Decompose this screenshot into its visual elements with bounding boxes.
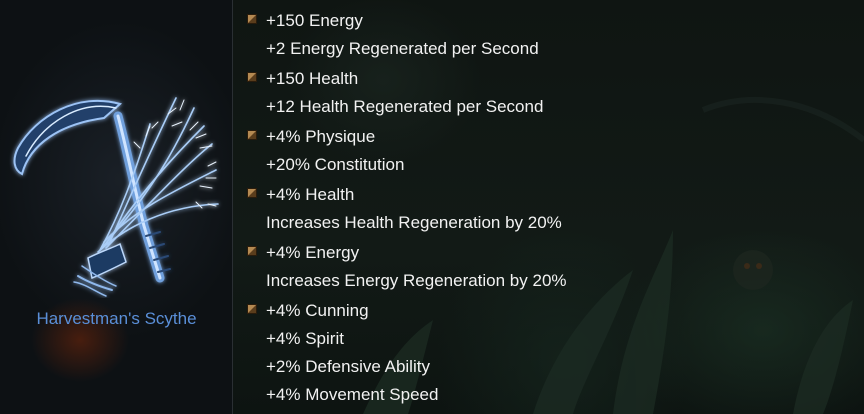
bonus-line: +4% Movement Speed <box>266 385 439 404</box>
bonus-line: Increases Health Regeneration by 20% <box>266 213 562 232</box>
bronze-bullet-icon <box>247 304 257 314</box>
bonus-line: +2 Energy Regenerated per Second <box>266 39 539 58</box>
bonus-line: +20% Constitution <box>266 155 405 174</box>
scythe-icon <box>13 97 219 297</box>
bonus-line: +4% Physique <box>266 127 376 146</box>
bonus-line: +4% Cunning <box>266 301 369 320</box>
bonus-line: +150 Energy <box>266 11 363 30</box>
bronze-bullet-icon <box>247 130 257 140</box>
bonus-line: +4% Spirit <box>266 329 344 348</box>
bronze-bullet-icon <box>247 14 257 24</box>
item-name: Harvestman's Scythe <box>36 309 197 328</box>
bonus-line: +4% Health <box>266 185 355 204</box>
item-tooltip-panel: Harvestman's Scythe +150 Energy +2 Energy… <box>0 0 864 414</box>
bonus-line: Increases Energy Regeneration by 20% <box>266 271 567 290</box>
bronze-bullet-icon <box>247 72 257 82</box>
item-preview-pane: Harvestman's Scythe <box>0 0 233 414</box>
bonus-stats-pane: +150 Energy +2 Energy Regenerated per Sec… <box>233 0 864 414</box>
bronze-bullet-icon <box>247 246 257 256</box>
bonus-line: +4% Energy <box>266 243 360 262</box>
background-foliage <box>363 97 864 414</box>
bonus-line: +2% Defensive Ability <box>266 357 430 376</box>
bronze-bullet-icon <box>247 188 257 198</box>
bonus-line: +12 Health Regenerated per Second <box>266 97 544 116</box>
bonus-line: +150 Health <box>266 69 359 88</box>
